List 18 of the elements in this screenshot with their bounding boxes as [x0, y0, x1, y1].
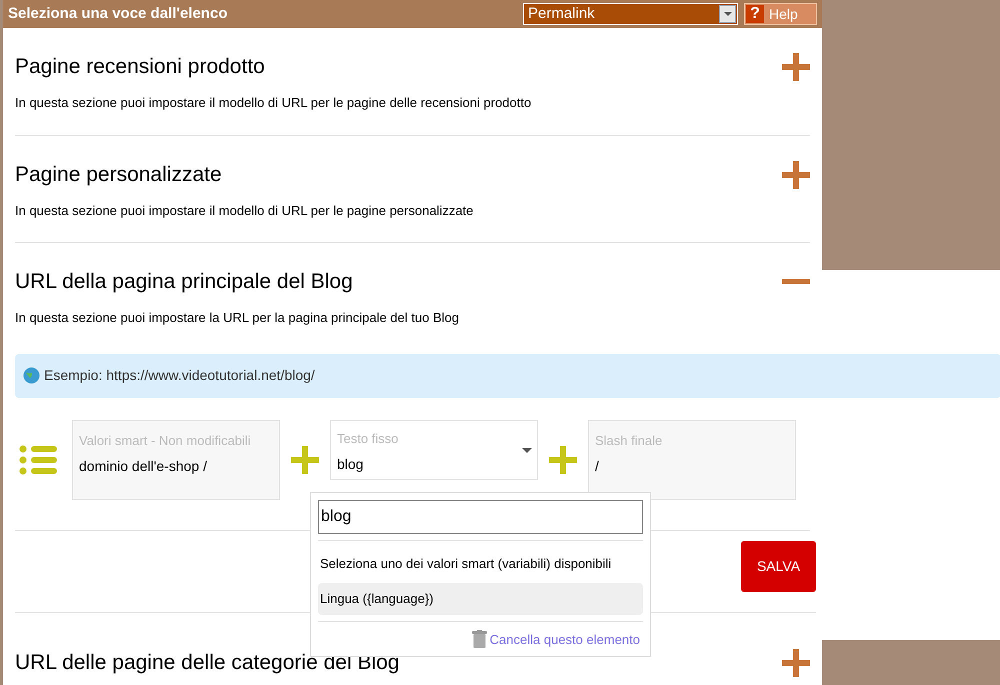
text-dropdown-field[interactable]: Testo fisso blog: [330, 420, 538, 480]
section-description: In questa sezione puoi impostare la URL per la pagina principale del tuo Blog: [15, 309, 460, 327]
help-button[interactable]: ? Help: [744, 3, 817, 25]
section-title: Pagine recensioni prodotto: [15, 55, 265, 79]
delete-link[interactable]: Cancella questo elemento: [490, 630, 640, 649]
popup-hint: Seleziona uno dei valori smart (variabili) disponibili: [320, 555, 612, 573]
search-input[interactable]: blog: [318, 500, 643, 534]
readonly-field: Valori smart - Non modificabili dominio dell'e-shop /: [72, 420, 280, 500]
section-description: In questa sezione puoi impostare il modello di URL per le pagine personalizzate: [15, 202, 474, 220]
section-description: In questa sezione puoi impostare il modello di URL per le pagine delle recensioni prodotto: [15, 94, 532, 112]
option-item[interactable]: Lingua ({language}): [318, 582, 643, 614]
section-title: Pagine personalizzate: [15, 162, 222, 186]
readonly-field: Slash finale /: [588, 420, 796, 500]
example-text: Esempio: https://www.videotutorial.net/blog/: [44, 366, 315, 385]
save-button[interactable]: SALVA: [741, 540, 816, 592]
header-title: Seleziona una voce dall'elenco: [8, 4, 228, 24]
permalink-select[interactable]: Permalink: [523, 3, 738, 25]
section-title: URL della pagina principale del Blog: [15, 270, 353, 294]
